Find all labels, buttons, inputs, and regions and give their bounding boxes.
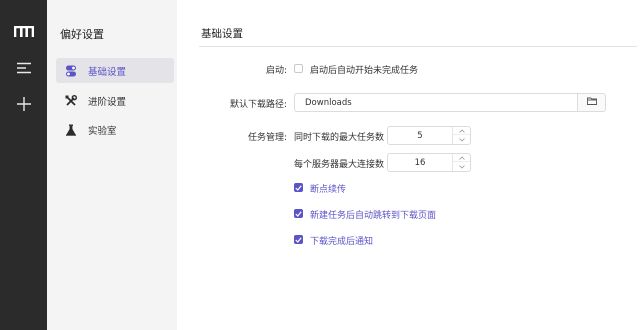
sidebar-title: 偏好设置 (60, 28, 104, 41)
folder-icon (586, 97, 597, 108)
resume-download-label[interactable]: 断点续传 (310, 182, 346, 195)
stepper-arrows (452, 127, 470, 144)
max-tasks-label: 同时下载的最大任务数 (294, 133, 385, 143)
auto-resume-label[interactable]: 启动后自动开始未完成任务 (310, 63, 418, 76)
sidebar-item-label: 进阶设置 (88, 96, 127, 108)
title-divider (199, 46, 637, 47)
flask-icon (64, 123, 78, 137)
auto-resume-checkbox[interactable] (294, 64, 303, 73)
toggle-icon (64, 64, 78, 78)
notify-complete-checkbox[interactable] (294, 235, 303, 244)
download-path-value: Downloads (305, 97, 352, 108)
startup-label: 启动: (265, 66, 287, 76)
sidebar-item-basic[interactable]: 基础设置 (56, 58, 174, 83)
sidebar-item-lab[interactable]: 实验室 (56, 117, 174, 142)
decrement-icon[interactable] (453, 136, 470, 144)
max-connections-stepper[interactable]: 16 (387, 153, 471, 172)
tools-icon (64, 94, 78, 108)
add-icon[interactable] (0, 86, 47, 122)
menu-icon[interactable] (0, 50, 47, 86)
download-path-input[interactable]: Downloads (294, 93, 577, 112)
decrement-icon[interactable] (453, 163, 470, 171)
stepper-arrows (452, 154, 470, 171)
increment-icon[interactable] (453, 154, 470, 162)
max-connections-value[interactable]: 16 (388, 154, 452, 171)
sidebar-item-advanced[interactable]: 进阶设置 (56, 88, 174, 113)
download-path-label: 默认下载路径: (229, 100, 287, 110)
settings-panel: 基础设置 启动: 启动后自动开始未完成任务 默认下载路径: Downloads … (177, 0, 640, 330)
app-logo-icon[interactable] (0, 14, 47, 50)
app-rail (0, 0, 47, 330)
sidebar-item-label: 基础设置 (88, 66, 127, 78)
task-management-label: 任务管理: (247, 133, 287, 143)
notify-complete-label[interactable]: 下载完成后通知 (310, 234, 373, 247)
max-tasks-stepper[interactable]: 5 (387, 126, 471, 145)
browse-folder-button[interactable] (577, 93, 606, 112)
preferences-sidebar: 偏好设置 基础设置 进阶设置 实验室 (47, 0, 177, 330)
max-tasks-value[interactable]: 5 (388, 127, 452, 144)
page-title: 基础设置 (201, 28, 243, 40)
max-connections-label: 每个服务器最大连接数 (294, 160, 385, 170)
increment-icon[interactable] (453, 127, 470, 135)
sidebar-item-label: 实验室 (88, 125, 117, 137)
auto-jump-checkbox[interactable] (294, 209, 303, 218)
resume-download-checkbox[interactable] (294, 183, 303, 192)
auto-jump-label[interactable]: 新建任务后自动跳转到下载页面 (310, 208, 436, 221)
